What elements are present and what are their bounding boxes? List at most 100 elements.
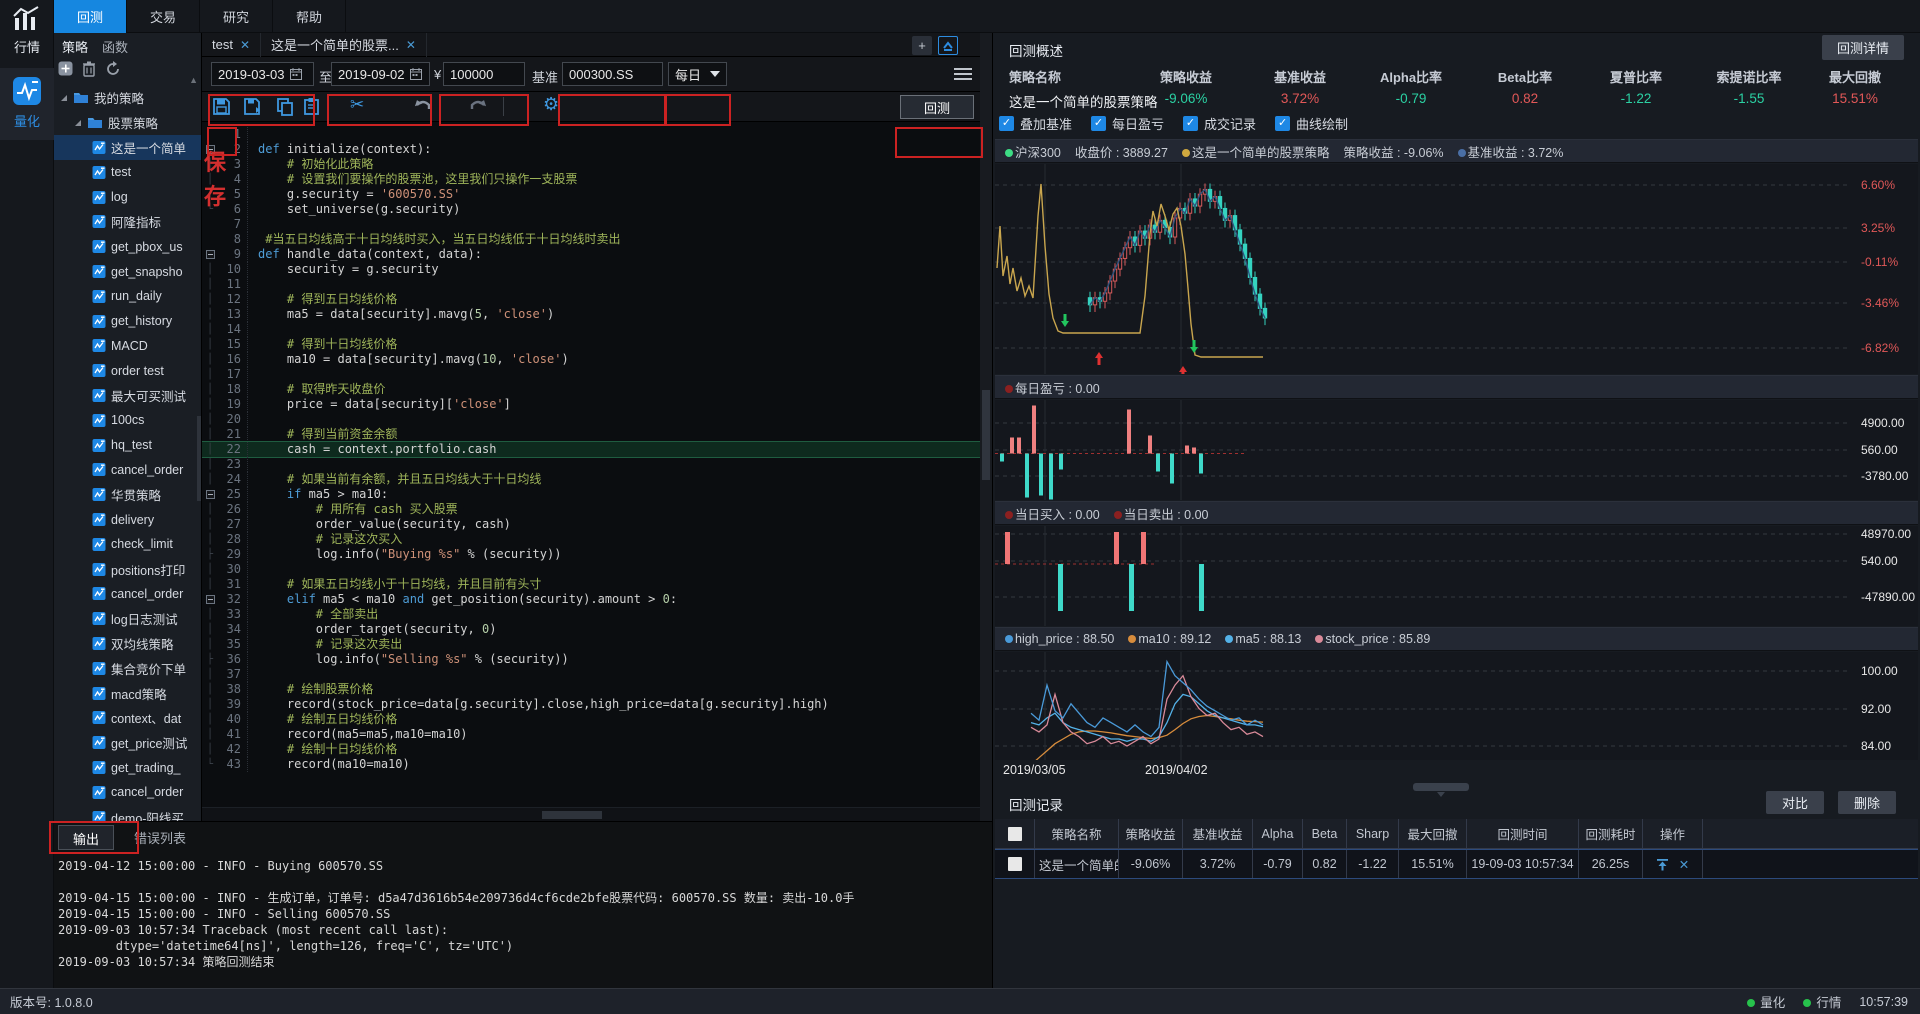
tree-item-order test[interactable]: order test xyxy=(54,358,201,383)
status-market[interactable]: 行情 xyxy=(1803,992,1841,1011)
code-line: │31 # 如果五日均线小于十日均线，并且目前有头寸 xyxy=(202,577,980,592)
cut-icon[interactable]: ✂ xyxy=(350,95,364,115)
add-strategy-button[interactable] xyxy=(58,61,73,79)
paste-icon[interactable] xyxy=(303,97,320,119)
end-date-input[interactable]: 2019-09-02 xyxy=(331,62,430,86)
more-menu-icon[interactable] xyxy=(954,65,972,83)
tree-item-这是一个简单[interactable]: 这是一个简单 xyxy=(54,135,201,160)
checkbox-每日盈亏[interactable]: ✓每日盈亏 xyxy=(1091,114,1164,133)
tree-item-test[interactable]: test xyxy=(54,160,201,185)
collapse-panel-button[interactable] xyxy=(938,36,958,55)
delete-row-icon[interactable]: ✕ xyxy=(1679,857,1689,872)
tree-item-context、dat[interactable]: context、dat xyxy=(54,705,201,730)
undo-icon[interactable] xyxy=(413,97,433,118)
menu-item-回测[interactable]: 回测 xyxy=(54,0,127,33)
menu-item-帮助[interactable]: 帮助 xyxy=(273,0,346,33)
code-line: 7 xyxy=(202,217,980,232)
code-line: ├29 log.info("Buying %s" % (security)) xyxy=(202,547,980,562)
copy-icon[interactable] xyxy=(276,97,294,119)
tree-item-delivery[interactable]: delivery xyxy=(54,507,201,532)
tab-error-list[interactable]: 错误列表 xyxy=(120,825,200,850)
tree-item-cancel_order[interactable]: cancel_order xyxy=(54,780,201,805)
tree-item-log日志测试[interactable]: log日志测试 xyxy=(54,606,201,631)
tree-item-MACD[interactable]: MACD xyxy=(54,333,201,358)
strategy-file-icon xyxy=(92,314,106,329)
expander-icon[interactable] xyxy=(61,95,67,101)
tree-item-cancel_order[interactable]: cancel_order xyxy=(54,457,201,482)
tree-item-get_trading_[interactable]: get_trading_ xyxy=(54,755,201,780)
code-line: │17 xyxy=(202,367,980,382)
save-icon[interactable] xyxy=(212,97,231,119)
fold-toggle-icon[interactable] xyxy=(206,250,215,259)
tree-item-get_pbox_us[interactable]: get_pbox_us xyxy=(54,234,201,259)
tree-item-100cs[interactable]: 100cs xyxy=(54,408,201,433)
menu-item-交易[interactable]: 交易 xyxy=(127,0,200,33)
save-all-icon[interactable] xyxy=(243,97,263,119)
tree-item-hq_test[interactable]: hq_test xyxy=(54,433,201,458)
strategy-file-icon xyxy=(92,388,106,403)
tree-item-get_snapsho[interactable]: get_snapsho xyxy=(54,259,201,284)
redo-icon[interactable] xyxy=(468,97,488,118)
trash-icon[interactable] xyxy=(82,61,96,80)
tree-item-cancel_order[interactable]: cancel_order xyxy=(54,581,201,606)
tree-item-阿隆指标[interactable]: 阿隆指标 xyxy=(54,209,201,234)
code-area[interactable]: 12def initialize(context):│3 # 初始化此策略│4 … xyxy=(202,123,980,805)
tree-item-macd策略[interactable]: macd策略 xyxy=(54,681,201,706)
settings-gear-icon[interactable]: ⚙ xyxy=(543,94,559,115)
run-backtest-button[interactable]: 回测 xyxy=(900,95,974,119)
tree-item-集合竞价下单[interactable]: 集合竞价下单 xyxy=(54,656,201,681)
tree-item-positions打印[interactable]: positions打印 xyxy=(54,557,201,582)
status-quant[interactable]: 量化 xyxy=(1747,992,1785,1011)
select-all-checkbox[interactable] xyxy=(1008,827,1022,841)
editor-tab-strategy[interactable]: 这是一个简单的股票...✕ xyxy=(261,33,427,57)
strategy-file-icon xyxy=(92,264,106,279)
tree-item-华贯策略[interactable]: 华贯策略 xyxy=(54,482,201,507)
expander-icon[interactable] xyxy=(75,120,81,126)
tree-item-run_daily[interactable]: run_daily xyxy=(54,284,201,309)
frequency-select[interactable]: 每日 xyxy=(668,62,727,86)
strategy-file-icon xyxy=(92,586,106,601)
tree-item-双均线策略[interactable]: 双均线策略 xyxy=(54,631,201,656)
tree-folder[interactable]: 股票策略 xyxy=(54,110,201,135)
checkbox-曲线绘制[interactable]: ✓曲线绘制 xyxy=(1275,114,1348,133)
clock: 10:57:39 xyxy=(1859,995,1908,1009)
legend-item: 当日卖出 : 0.00 xyxy=(1114,504,1209,523)
tree-item-check_limit[interactable]: check_limit xyxy=(54,532,201,557)
tree-item-demo-阳线买[interactable]: demo-阳线买 xyxy=(54,805,201,821)
export-icon[interactable] xyxy=(1656,858,1669,871)
table-row[interactable]: 这是一个简单的-9.06%3.72%-0.790.82-1.2215.51%19… xyxy=(995,849,1918,879)
editor-hscrollbar[interactable] xyxy=(202,807,980,821)
backtest-detail-button[interactable]: 回测详情 xyxy=(1822,35,1904,60)
metric-策略收益: 策略收益-9.06% xyxy=(1121,67,1251,106)
tab-functions[interactable]: 函数 xyxy=(102,37,128,56)
new-tab-button[interactable]: + xyxy=(912,36,932,55)
compare-button[interactable]: 对比 xyxy=(1766,791,1824,814)
close-icon[interactable]: ✕ xyxy=(240,38,250,52)
tree-root[interactable]: 我的策略 xyxy=(54,85,201,110)
tree-item-最大可买测试[interactable]: 最大可买测试 xyxy=(54,383,201,408)
capital-input[interactable]: 100000 xyxy=(443,62,525,86)
close-icon[interactable]: ✕ xyxy=(406,38,416,52)
editor-vscrollbar[interactable] xyxy=(980,33,992,821)
rail-item-quant[interactable]: 量化 xyxy=(0,68,54,140)
menu-item-研究[interactable]: 研究 xyxy=(200,0,273,33)
tree-item-get_history[interactable]: get_history xyxy=(54,309,201,334)
benchmark-input[interactable]: 000300.SS xyxy=(562,62,663,86)
checkbox-叠加基准[interactable]: ✓叠加基准 xyxy=(999,114,1072,133)
tree-item-get_price测试[interactable]: get_price测试 xyxy=(54,730,201,755)
fold-toggle-icon[interactable] xyxy=(206,595,215,604)
editor-tab-test[interactable]: test✕ xyxy=(202,33,261,57)
refresh-icon[interactable] xyxy=(105,61,121,80)
delete-button[interactable]: 删除 xyxy=(1838,791,1896,814)
start-date-input[interactable]: 2019-03-03 xyxy=(211,62,314,86)
svg-text:-3.46%: -3.46% xyxy=(1861,296,1899,310)
fold-toggle-icon[interactable] xyxy=(206,490,215,499)
rail-item-market[interactable]: 行情 xyxy=(0,0,54,56)
svg-text:4900.00: 4900.00 xyxy=(1861,416,1905,430)
checkbox-成交记录[interactable]: ✓成交记录 xyxy=(1183,114,1256,133)
code-line: │38 # 绘制股票价格 xyxy=(202,682,980,697)
tree-item-log[interactable]: log xyxy=(54,185,201,210)
tab-strategy[interactable]: 策略 xyxy=(62,37,88,56)
tab-output[interactable]: 输出 xyxy=(58,825,114,850)
row-checkbox[interactable] xyxy=(1008,857,1022,871)
